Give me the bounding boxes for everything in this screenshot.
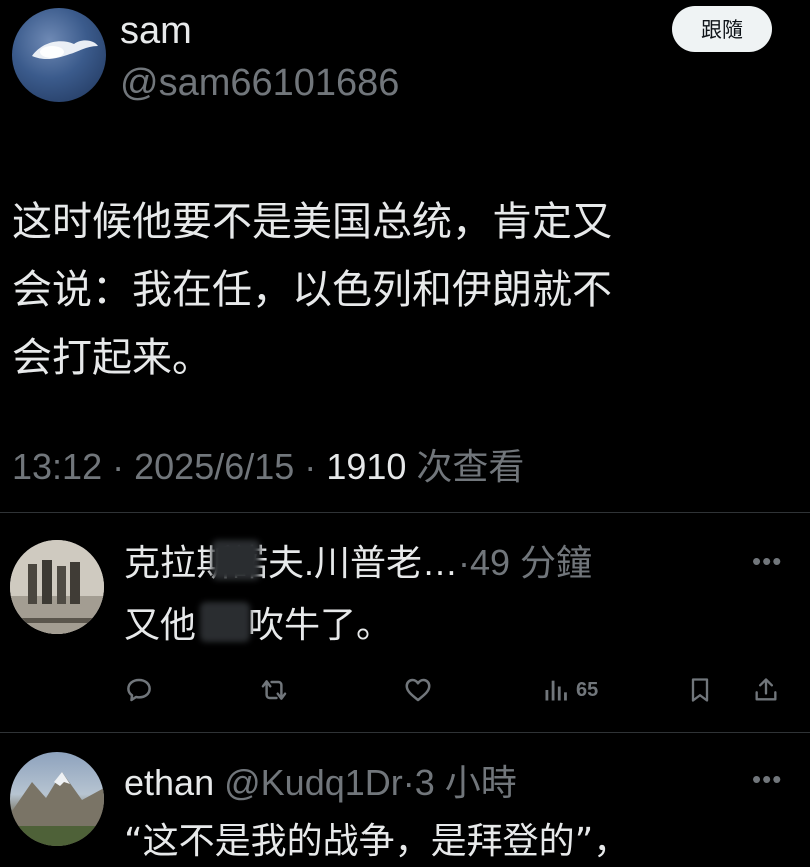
retweet-icon [261, 680, 287, 700]
divider [0, 512, 810, 513]
more-icon[interactable]: ••• [752, 546, 782, 577]
blurred-region [200, 602, 250, 642]
meta-separator: · [304, 446, 317, 487]
post-date[interactable]: 2025/6/15 [134, 446, 294, 487]
divider [0, 732, 810, 733]
post-meta: 13:12 · 2025/6/15 · 1910 次查看 [12, 438, 524, 490]
views-button[interactable]: 65 [542, 670, 598, 710]
reply-author-line: 克拉斯諾夫.川普老…·49 分鐘 [124, 534, 592, 586]
reply-avatar[interactable] [10, 752, 104, 846]
reply-author-handle[interactable]: @Kudq1Dr [224, 762, 403, 803]
avatar-photo-image [10, 540, 104, 634]
author-handle[interactable]: @sam66101686 [120, 62, 399, 105]
views-label: 次查看 [416, 446, 525, 487]
heart-icon [405, 678, 431, 702]
share-icon [755, 678, 777, 701]
reply-action-button[interactable] [124, 670, 154, 710]
reply-author-line: ethan @Kudq1Dr·3 小時 [124, 754, 517, 806]
reply-author-name[interactable]: ethan [124, 762, 214, 803]
reply-text-part: 吹牛了。 [248, 605, 393, 646]
reply-text-part: 又他 [124, 605, 197, 646]
reply-avatar[interactable] [10, 540, 104, 634]
reply-icon [127, 678, 151, 702]
more-icon[interactable]: ••• [752, 764, 782, 795]
bookmark-button[interactable] [686, 670, 714, 710]
reply-separator: · [458, 542, 471, 583]
views-count: 1910 [326, 446, 407, 487]
views-count: 65 [576, 678, 599, 701]
blurred-region [212, 540, 260, 580]
post-text: 这时候他要不是美国总统，肯定又 会说：我在任，以色列和伊朗就不 会打起来。 [12, 199, 612, 381]
author-name[interactable]: sam [120, 10, 192, 53]
avatar-mountain-image [10, 772, 104, 846]
avatar-cloud-image [32, 40, 98, 60]
meta-separator: · [112, 446, 125, 487]
bookmark-icon [691, 678, 709, 702]
reply-text: 又他 吹牛了。 [124, 596, 392, 648]
reply-age[interactable]: 49 分鐘 [470, 542, 592, 583]
reply-text: “这不是我的战争，是拜登的”， [124, 821, 630, 862]
post-time[interactable]: 13:12 [12, 446, 102, 487]
reply-separator: · [402, 762, 415, 803]
views-icon [545, 680, 567, 701]
reply-age[interactable]: 3 小時 [415, 762, 517, 803]
retweet-button[interactable] [258, 670, 290, 710]
reply-author-name[interactable]: 克拉斯諾夫.川普老… [124, 542, 458, 583]
like-button[interactable] [402, 670, 434, 710]
share-button[interactable] [752, 670, 780, 710]
follow-button[interactable]: 跟隨 [672, 6, 772, 52]
author-avatar[interactable] [12, 8, 106, 102]
